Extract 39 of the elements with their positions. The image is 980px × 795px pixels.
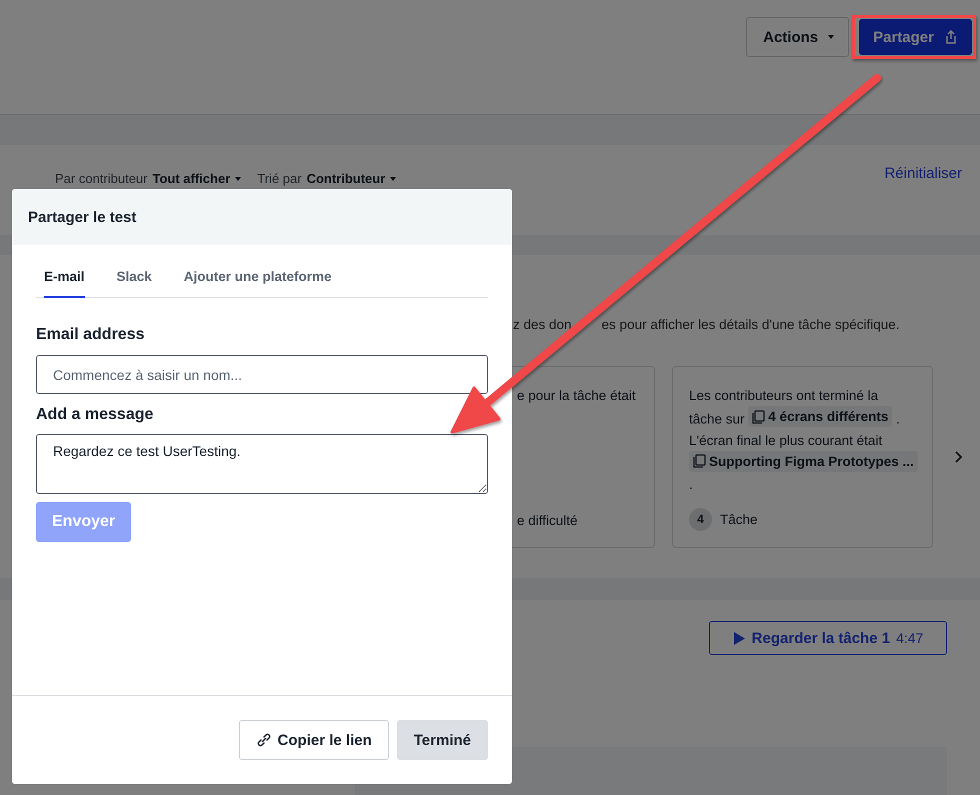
caret-icon — [235, 176, 242, 180]
field-label: Email address — [36, 326, 146, 344]
filter-label: Par contributeur — [55, 171, 148, 186]
screen-chip[interactable]: Supporting Figma Prototypes ... — [689, 450, 918, 472]
copy-link-button[interactable]: Copier le lien — [238, 720, 389, 760]
email-field[interactable]: Commencez à saisir un nom... — [36, 355, 488, 394]
card-text: Les contributeurs ont terminé la — [689, 388, 878, 403]
caret-icon — [390, 176, 396, 180]
field-label: Add a message — [36, 406, 154, 424]
instruction-text: es pour afficher les détails d'une tâche spécifique. — [602, 317, 900, 332]
watch-task-button[interactable]: Regarder la tâche 1 4:47 — [709, 621, 947, 656]
share-button[interactable]: Partager — [859, 19, 972, 55]
instruction-text: z des don — [513, 317, 572, 332]
dialog-tab[interactable]: E-mail — [44, 263, 85, 298]
card-text: . — [689, 477, 693, 492]
reset-link[interactable]: Réinitialiser — [884, 165, 962, 182]
screen-chip[interactable]: 4 écrans différents — [748, 406, 892, 427]
dialog-tab[interactable]: Ajouter une plateforme — [184, 263, 332, 298]
share-icon — [944, 30, 958, 44]
caret-icon — [828, 35, 834, 39]
filter-label: Trié par — [257, 171, 302, 186]
screens-icon — [752, 410, 766, 424]
dialog-title: Partager le test — [12, 189, 512, 245]
link-icon — [256, 732, 272, 748]
dialog-tab[interactable]: Slack — [116, 263, 152, 298]
message-field[interactable]: Regardez ce test UserTesting. — [36, 434, 488, 494]
card-text: e pour la tâche était — [517, 388, 636, 403]
card-footer-text: Tâche — [720, 511, 758, 529]
done-button[interactable]: Terminé — [396, 720, 488, 760]
filter-dropdown[interactable]: Tout afficher — [152, 171, 230, 186]
card-footer-text: e difficulté — [517, 512, 578, 530]
card-text: . — [896, 412, 900, 426]
screens-icon — [693, 454, 706, 468]
filter-dropdown[interactable]: Contributeur — [306, 171, 386, 186]
play-icon — [732, 630, 746, 646]
actions-button[interactable]: Actions — [746, 17, 850, 57]
card-text: L'écran final le plus courant était — [689, 432, 882, 448]
card-text: tâche sur — [689, 412, 745, 426]
count-badge: 4 — [689, 508, 712, 531]
